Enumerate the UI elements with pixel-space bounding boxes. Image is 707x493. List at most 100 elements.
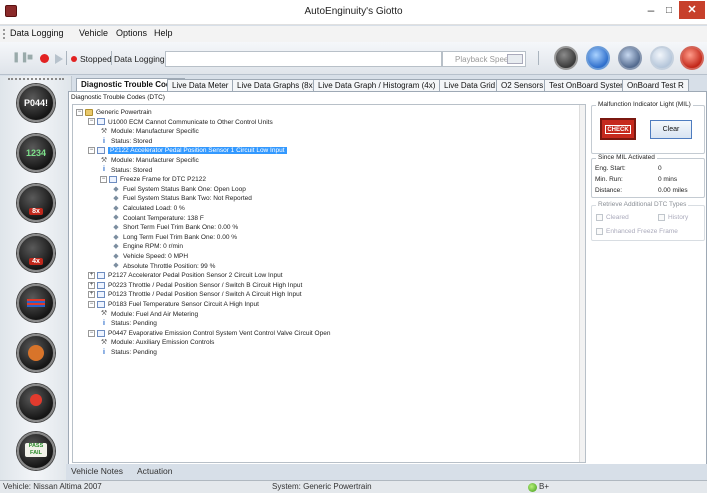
tree-row[interactable]: ◆ Absolute Throttle Position: 99 % xyxy=(112,262,215,271)
tree-row[interactable]: ◆ Vehicle Speed: 0 MPH xyxy=(112,252,188,261)
min-run-label: Min. Run: xyxy=(595,176,623,183)
tree-row[interactable]: i Status: Pending xyxy=(100,348,157,357)
collapse-icon[interactable]: − xyxy=(88,118,95,126)
history-checkbox[interactable] xyxy=(658,214,665,221)
collapse-icon[interactable]: − xyxy=(88,300,95,308)
graph-4x-button[interactable]: 4x xyxy=(17,234,55,272)
minimize-button[interactable]: – xyxy=(642,2,660,20)
menu-options[interactable]: Options xyxy=(116,28,147,38)
tree-row[interactable]: + P0223 Throttle / Pedal Position Sensor … xyxy=(88,281,302,290)
scantool-icon[interactable] xyxy=(554,46,578,70)
clear-dtc-button[interactable]: Clear xyxy=(650,120,692,139)
collapse-icon[interactable]: − xyxy=(100,175,107,183)
playback-speed-label: Playback Speed xyxy=(455,55,513,64)
tree-scrollbar[interactable] xyxy=(579,105,585,462)
tree-row[interactable]: ◆ Coolant Temperature: 138 F xyxy=(112,214,204,223)
left-sidebar: P044! 1234 8x 4x PASS FAIL xyxy=(0,76,72,480)
status-system: System: Generic Powertrain xyxy=(272,482,372,491)
playback-speed-control[interactable]: Playback Speed xyxy=(442,51,526,67)
tree-row-label: Fuel System Status Bank One: Open Loop xyxy=(123,185,246,193)
actuation-button[interactable] xyxy=(17,384,55,422)
freeze-frame-item-icon: ◆ xyxy=(113,252,119,260)
document-icon xyxy=(97,291,105,299)
freeze-frame-item-icon: ◆ xyxy=(113,243,119,251)
refresh-icon[interactable] xyxy=(586,46,610,70)
exit-icon[interactable] xyxy=(680,46,704,70)
menu-data-logging[interactable]: Data Logging xyxy=(10,28,64,38)
tree-row[interactable]: ⚒ Module: Manufacturer Specific xyxy=(100,156,199,165)
document-icon xyxy=(97,329,105,337)
min-run-value: 0 mins xyxy=(658,176,678,183)
tree-row[interactable]: − P0183 Fuel Temperature Sensor Circuit A… xyxy=(88,300,259,309)
tree-row[interactable]: ◆ Short Term Fuel Trim Bank One: 0.00 % xyxy=(112,223,238,232)
actuation-icon xyxy=(30,394,42,406)
module-icon: ⚒ xyxy=(100,127,108,135)
tree-row-label: Module: Fuel And Air Metering xyxy=(111,310,199,318)
tree-row[interactable]: − Generic Powertrain xyxy=(76,108,152,117)
tree-row[interactable]: i Status: Pending xyxy=(100,319,157,328)
graph-8x-button[interactable]: 8x xyxy=(17,184,55,222)
tree-row[interactable]: − Freeze Frame for DTC P2122 xyxy=(100,175,206,184)
tree-row[interactable]: i Status: Stored xyxy=(100,137,152,146)
live-meter-label: 1234 xyxy=(25,148,47,158)
tree-row-label: Status: Stored xyxy=(111,166,153,174)
document-icon xyxy=(97,300,105,308)
playback-speed-thumb[interactable] xyxy=(507,54,523,64)
tree-row[interactable]: − P0447 Evaporative Emission Control Syst… xyxy=(88,329,330,338)
toolbar-separator xyxy=(66,51,67,65)
live-meter-button[interactable]: 1234 xyxy=(17,134,55,172)
tab-vehicle-notes[interactable]: Vehicle Notes xyxy=(71,466,123,476)
tree-row[interactable]: ◆ Fuel System Status Bank Two: Not Report… xyxy=(112,194,252,203)
expand-icon[interactable]: + xyxy=(88,281,95,289)
eng-start-label: Eng. Start: xyxy=(595,165,626,172)
tree-row[interactable]: ◆ Long Term Fuel Trim Bank One: 0.00 % xyxy=(112,233,237,242)
graph-4x-label: 4x xyxy=(29,258,43,265)
tree-row[interactable]: ⚒ Module: Auxiliary Emission Controls xyxy=(100,338,214,347)
collapse-icon[interactable]: − xyxy=(88,329,95,337)
expand-icon[interactable]: + xyxy=(88,291,95,299)
collapse-icon[interactable]: − xyxy=(76,108,83,116)
pass-fail-button[interactable]: PASS FAIL xyxy=(17,432,55,470)
enhanced-ff-label: Enhanced Freeze Frame xyxy=(606,228,678,236)
stop-icon[interactable]: ■ xyxy=(27,53,33,63)
dtc-tree[interactable]: − Generic Powertrain − U1000 ECM Cannot Com… xyxy=(72,104,586,463)
tree-row[interactable]: i Status: Stored xyxy=(100,166,152,175)
toolbar: ❚❚ ■ Stopped Data Logging File Playback … xyxy=(0,42,707,75)
tree-row-label: Long Term Fuel Trim Bank One: 0.00 % xyxy=(123,233,238,241)
mil-group-title: Malfunction Indicator Light (MIL) xyxy=(596,101,693,108)
tree-row[interactable]: − U1000 ECM Cannot Communicate to Other C… xyxy=(88,118,273,127)
collapse-icon[interactable]: − xyxy=(88,147,95,155)
mil-side-panel: Malfunction Indicator Light (MIL) CHECK … xyxy=(587,92,707,464)
tree-row[interactable]: ◆ Fuel System Status Bank One: Open Loop xyxy=(112,185,246,194)
close-button[interactable]: ✕ xyxy=(679,1,705,19)
tree-row[interactable]: ◆ Calculated Load: 0 % xyxy=(112,204,185,213)
data-logging-file-input[interactable] xyxy=(165,51,442,67)
sidebar-grip xyxy=(8,78,64,80)
tree-row[interactable]: + P0123 Throttle / Pedal Position Sensor … xyxy=(88,290,302,299)
tree-row[interactable]: ◆ Engine RPM: 0 r/min xyxy=(112,242,183,251)
expand-icon[interactable]: + xyxy=(88,271,95,279)
retrieve-dtc-group: Retrieve Additional DTC Types Cleared Hi… xyxy=(591,201,705,241)
tab-actuation[interactable]: Actuation xyxy=(137,466,172,476)
sensors-button[interactable] xyxy=(17,334,55,372)
settings-dial-icon[interactable] xyxy=(618,46,642,70)
tree-row[interactable]: − P2122 Accelerator Pedal Position Sensor… xyxy=(88,146,287,155)
maximize-button[interactable]: □ xyxy=(660,2,678,20)
tree-row[interactable]: ⚒ Module: Manufacturer Specific xyxy=(100,127,199,136)
play-icon[interactable] xyxy=(55,54,63,64)
menu-help[interactable]: Help xyxy=(154,28,173,38)
tree-row-label: Module: Manufacturer Specific xyxy=(111,157,199,164)
cleared-label: Cleared xyxy=(606,214,629,222)
tree-row[interactable]: ⚒ Module: Fuel And Air Metering xyxy=(100,310,198,319)
cleared-checkbox[interactable] xyxy=(596,214,603,221)
document-icon xyxy=(97,147,105,155)
p0441-dtc-button[interactable]: P044! xyxy=(17,84,55,122)
freeze-frame-item-icon: ◆ xyxy=(113,233,119,241)
enhanced-ff-checkbox[interactable] xyxy=(596,228,603,235)
tree-row-label: P0123 Throttle / Pedal Position Sensor /… xyxy=(108,291,302,299)
dtc-caption: Diagnostic Trouble Codes (DTC) xyxy=(71,94,165,101)
data-grid-button[interactable] xyxy=(17,284,55,322)
menu-vehicle[interactable]: Vehicle xyxy=(79,28,108,38)
tree-row[interactable]: + P2127 Accelerator Pedal Position Sensor… xyxy=(88,271,283,280)
record-icon[interactable] xyxy=(40,54,49,63)
